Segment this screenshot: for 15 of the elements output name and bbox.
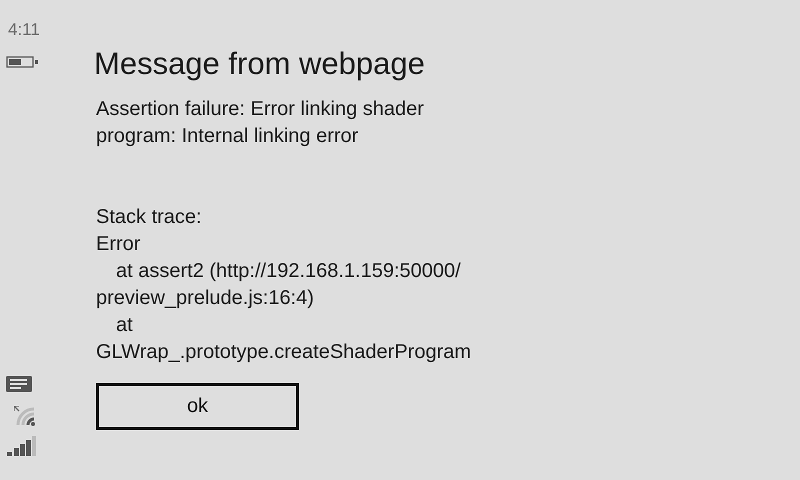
message-text: Stack trace:: [96, 205, 202, 230]
message-text: at assert2 (http://192.168.1.159:50000/: [115, 259, 461, 284]
message-text: preview_prelude.js:16:4): [96, 286, 314, 311]
message-text: program: Internal linking error: [96, 124, 358, 149]
ok-button[interactable]: ok: [96, 383, 299, 430]
wifi-icon: [14, 406, 38, 426]
dialog-title: Message from webpage: [94, 45, 426, 83]
clock-time: 4:11: [8, 20, 40, 40]
battery-icon: [6, 56, 38, 68]
signal-icon: [6, 436, 36, 456]
message-text: GLWrap_.prototype.createShaderProgram: [96, 340, 472, 365]
message-text: at: [115, 313, 133, 338]
message-icon: [6, 376, 32, 392]
message-text: Error: [96, 232, 140, 257]
message-text: Assertion failure: Error linking shader: [96, 97, 424, 122]
